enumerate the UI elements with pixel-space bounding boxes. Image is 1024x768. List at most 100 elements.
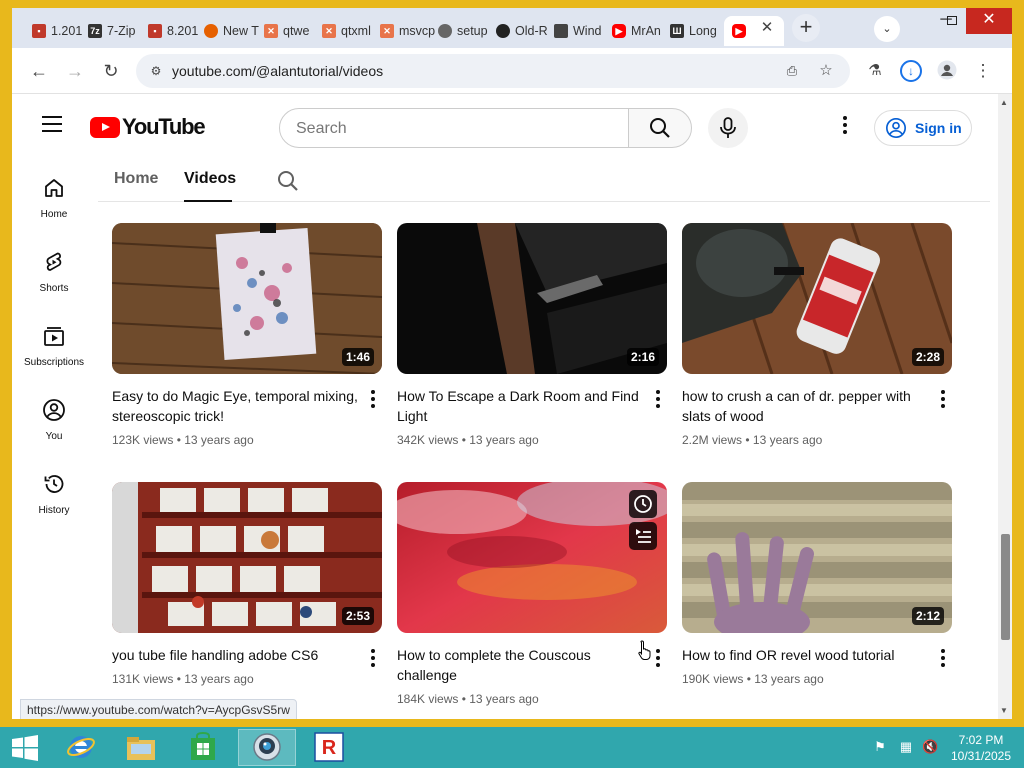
tab-12[interactable]: Ш Long [670, 16, 724, 46]
tab-11[interactable]: ▶ MrAn [612, 16, 668, 46]
page-scrollbar[interactable]: ▲ ▼ [998, 94, 1012, 719]
video-title[interactable]: Easy to do Magic Eye, temporal mixing, s… [112, 386, 358, 426]
youtube-logo[interactable]: YouTube [90, 114, 206, 140]
active-tab-underline [184, 200, 232, 202]
app-icon: ▪ [32, 24, 46, 38]
video-card[interactable]: 2:53 you tube file handling adobe CS6 13… [112, 482, 382, 686]
tab-home[interactable]: Home [114, 170, 158, 188]
back-button[interactable]: ← [26, 58, 52, 84]
youtube-page: YouTube Search Sign in Home Shorts Subsc… [12, 94, 998, 719]
tab-videos[interactable]: Videos [184, 170, 236, 188]
bookmark-star-icon[interactable]: ☆ [816, 61, 836, 81]
video-meta: 2.2M views • 13 years ago [682, 433, 823, 447]
tab-10[interactable]: Wind [554, 16, 610, 46]
video-thumbnail[interactable]: 2:16 [397, 223, 667, 374]
start-icon [12, 735, 38, 761]
tab-7[interactable]: ✕ msvcp [380, 16, 436, 46]
taskbar-app-camera[interactable] [238, 729, 296, 766]
video-card[interactable]: 2:12 How to find OR revel wood tutorial … [682, 482, 952, 686]
scroll-down-arrow-icon[interactable]: ▼ [1000, 706, 1008, 715]
wayback-icon [554, 24, 568, 38]
sign-in-button[interactable]: Sign in [874, 110, 972, 146]
video-options-icon[interactable] [368, 390, 378, 410]
video-duration: 2:28 [911, 348, 944, 366]
scrollbar-thumb[interactable] [1001, 534, 1010, 640]
youtube-icon: ▶ [732, 24, 746, 38]
address-bar[interactable]: ⚙ youtube.com/@alantutorial/videos ⎙ ☆ [136, 54, 850, 88]
watch-later-icon[interactable] [629, 490, 657, 518]
network-icon[interactable]: ▦ [898, 739, 914, 755]
video-card[interactable]: 2:16 How To Escape a Dark Room and Find … [397, 223, 667, 447]
scroll-up-arrow-icon[interactable]: ▲ [1000, 98, 1008, 107]
browser-window: ▪ 1.201 7z 7-Zip ▪ 8.201 New T ✕ qtwe ✕ qtxml… [12, 8, 1012, 719]
profile-icon[interactable] [936, 60, 958, 82]
video-options-icon[interactable] [938, 390, 948, 410]
video-thumbnail[interactable]: 2:28 [682, 223, 952, 374]
taskbar-file-explorer[interactable] [112, 729, 170, 766]
video-thumbnail[interactable]: 1:46 [112, 223, 382, 374]
channel-tabs: Home Videos [98, 152, 990, 202]
menu-icon[interactable] [42, 116, 62, 137]
taskbar-roblox[interactable]: R [300, 729, 358, 766]
tab-8[interactable]: setup [438, 16, 494, 46]
video-meta: 190K views • 13 years ago [682, 672, 824, 686]
start-button[interactable] [0, 729, 50, 766]
video-card[interactable]: How to complete the Couscous challenge 1… [397, 482, 667, 706]
video-options-icon[interactable] [653, 649, 663, 669]
video-thumbnail[interactable]: 2:53 [112, 482, 382, 633]
search-button[interactable] [628, 108, 692, 148]
forward-button[interactable]: → [62, 58, 88, 84]
nav-item-home[interactable]: Home [12, 176, 96, 236]
search-input[interactable]: Search [279, 108, 629, 148]
labs-flask-icon[interactable]: ⚗ [864, 60, 886, 82]
reload-button[interactable]: ↻ [98, 58, 124, 84]
install-app-icon[interactable]: ⎙ [782, 61, 802, 81]
voice-search-button[interactable] [708, 108, 748, 148]
add-to-queue-icon[interactable] [629, 522, 657, 550]
video-card[interactable]: 2:28 how to crush a can of dr. pepper wi… [682, 223, 952, 447]
video-title[interactable]: How To Escape a Dark Room and Find Light [397, 386, 643, 426]
tab-2[interactable]: 7z 7-Zip [88, 16, 146, 46]
browser-menu-icon[interactable]: ⋮ [972, 60, 994, 82]
video-thumbnail[interactable] [397, 482, 667, 633]
nav-item-you[interactable]: You [12, 398, 96, 458]
thumbnail-image [397, 482, 667, 633]
video-options-icon[interactable] [653, 390, 663, 410]
video-options-icon[interactable] [368, 649, 378, 669]
video-duration: 2:53 [341, 607, 374, 625]
video-title[interactable]: you tube file handling adobe CS6 [112, 645, 358, 665]
downloads-icon[interactable]: ↓ [900, 60, 922, 82]
site-settings-icon[interactable]: ⚙ [146, 61, 166, 81]
tab-3[interactable]: ▪ 8.201 [148, 16, 202, 46]
video-options-icon[interactable] [938, 649, 948, 669]
settings-kebab-icon[interactable] [840, 116, 850, 138]
volume-muted-icon[interactable]: 🔇 [922, 739, 938, 755]
tab-9[interactable]: Old-R [496, 16, 552, 46]
video-meta: 184K views • 13 years ago [397, 692, 539, 706]
tab-4[interactable]: New T [204, 16, 262, 46]
nav-item-history[interactable]: History [12, 472, 96, 532]
close-window-button[interactable]: ✕ [966, 8, 1012, 34]
video-meta: 123K views • 13 years ago [112, 433, 254, 447]
taskbar-internet-explorer[interactable] [52, 729, 110, 766]
shorts-icon [46, 252, 62, 271]
action-center-flag-icon[interactable]: ⚑ [872, 739, 888, 755]
new-tab-button[interactable]: + [792, 14, 820, 42]
mouse-cursor-icon [638, 640, 651, 660]
tab-search-button[interactable]: ⌄ [874, 16, 900, 42]
close-tab-icon[interactable]: ✕ [757, 18, 777, 38]
nav-item-subscriptions[interactable]: Subscriptions [12, 324, 96, 384]
tab-1[interactable]: ▪ 1.201 [32, 16, 86, 46]
video-thumbnail[interactable]: 2:12 [682, 482, 952, 633]
video-title[interactable]: How to find OR revel wood tutorial [682, 645, 928, 665]
channel-search-icon[interactable] [276, 169, 300, 193]
system-clock[interactable]: 7:02 PM 10/31/2025 [948, 732, 1014, 764]
video-title[interactable]: how to crush a can of dr. pepper with sl… [682, 386, 928, 426]
nav-item-shorts[interactable]: Shorts [12, 250, 96, 310]
video-title[interactable]: How to complete the Couscous challenge [397, 645, 643, 685]
archive-icon: Ш [670, 24, 684, 38]
taskbar-store[interactable] [174, 729, 232, 766]
tab-6[interactable]: ✕ qtxml [322, 16, 378, 46]
tab-5[interactable]: ✕ qtwe [264, 16, 320, 46]
video-card[interactable]: 1:46 Easy to do Magic Eye, temporal mixi… [112, 223, 382, 447]
